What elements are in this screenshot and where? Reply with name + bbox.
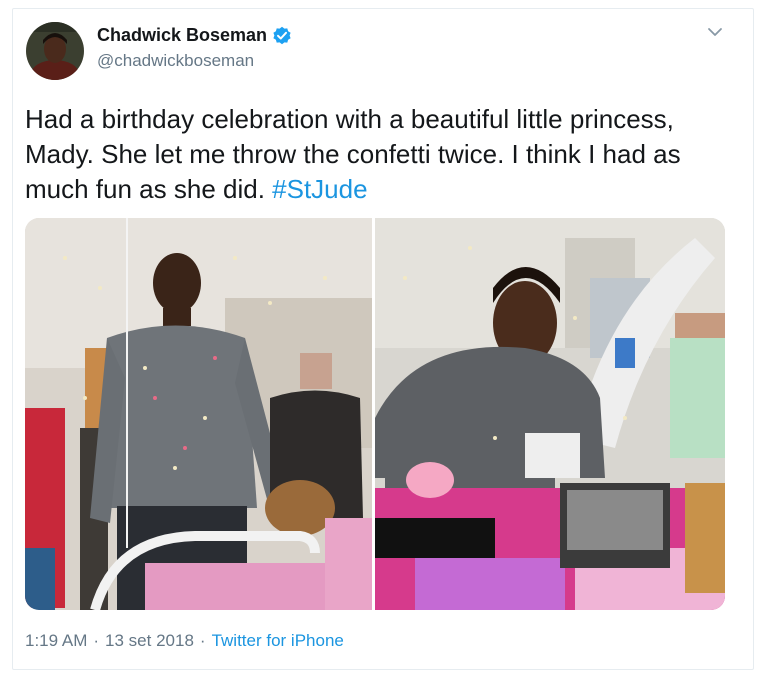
author-handle[interactable]: @chadwickboseman [97, 51, 254, 71]
tweet-source-link[interactable]: Twitter for iPhone [212, 631, 344, 651]
media-grid [25, 218, 725, 610]
photo-left[interactable] [25, 218, 372, 610]
display-name[interactable]: Chadwick Boseman [97, 25, 267, 46]
meta-separator: · [199, 631, 206, 650]
tweet-time[interactable]: 1:19 AM [25, 631, 87, 651]
author-name-row: Chadwick Boseman [97, 25, 292, 46]
tweet-text: Had a birthday celebration with a beauti… [25, 102, 730, 207]
photo-right[interactable] [375, 218, 725, 610]
chevron-down-icon[interactable] [705, 24, 725, 40]
tweet-meta: 1:19 AM · 13 set 2018 · Twitter for iPho… [25, 631, 344, 651]
verified-badge-icon [272, 26, 292, 46]
avatar[interactable] [26, 22, 84, 80]
meta-separator: · [93, 631, 100, 650]
tweet-date[interactable]: 13 set 2018 [105, 631, 194, 651]
hashtag-link[interactable]: #StJude [272, 174, 367, 204]
